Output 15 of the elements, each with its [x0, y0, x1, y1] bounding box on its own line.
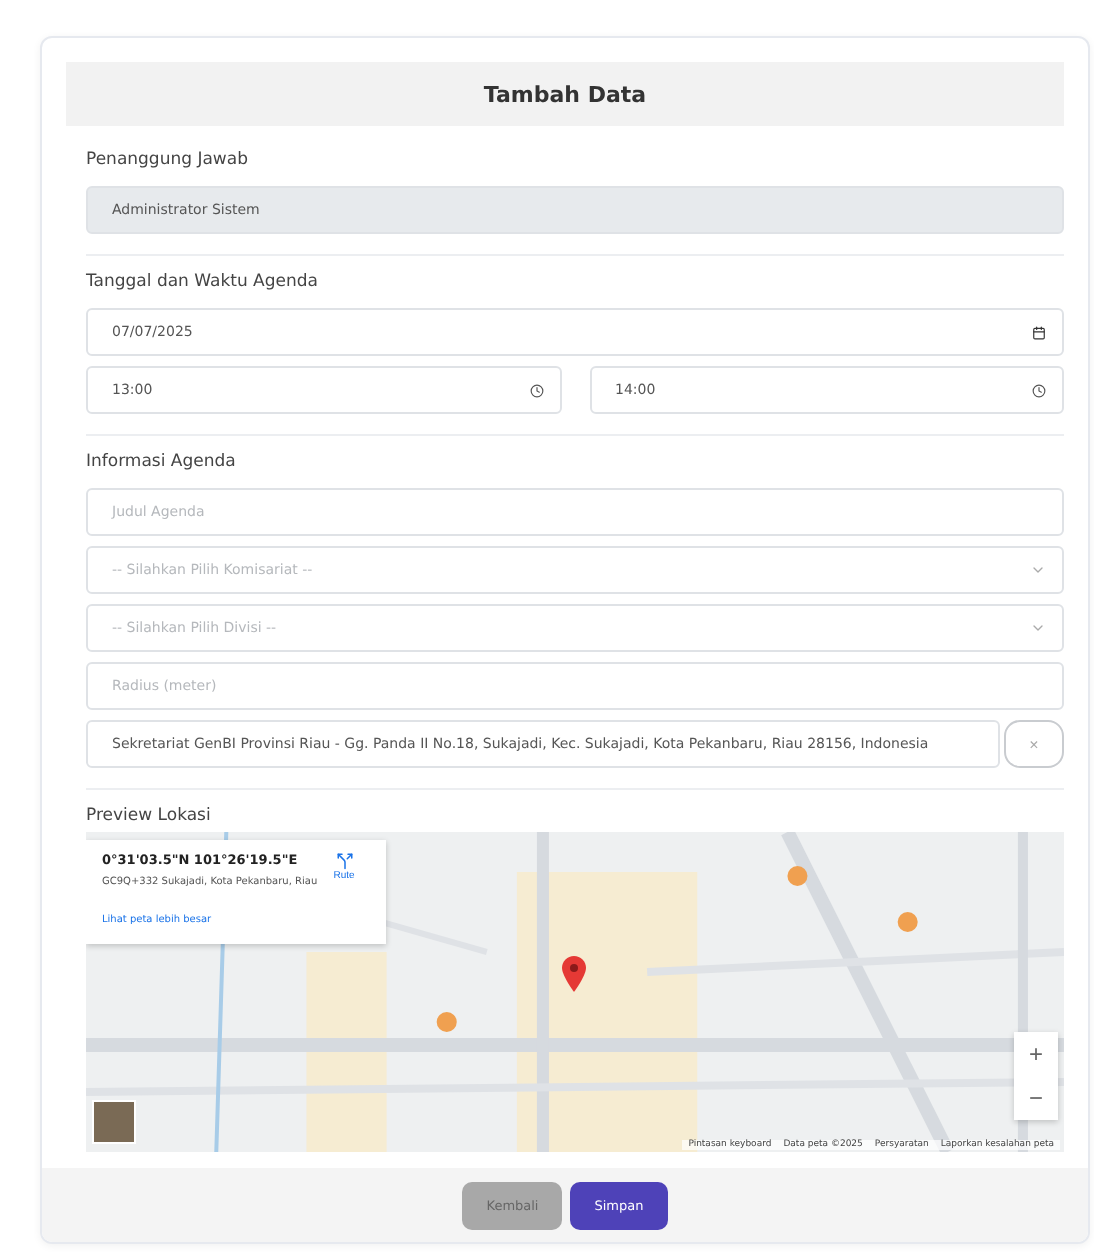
section-label: Informasi Agenda	[86, 452, 238, 472]
chevron-down-icon	[1030, 620, 1046, 636]
clock-icon	[1032, 383, 1046, 397]
section-label: Tanggal dan Waktu Agenda	[86, 272, 320, 292]
directions-icon	[335, 852, 353, 870]
chevron-down-icon	[1030, 562, 1046, 578]
form-title: Tambah Data	[66, 62, 1064, 126]
map-pin-icon	[562, 956, 586, 992]
map-type-button[interactable]	[92, 1100, 136, 1144]
calendar-icon	[1032, 325, 1046, 339]
section-label: Penanggung Jawab	[86, 150, 250, 170]
zoom-out-button[interactable]: −	[1014, 1076, 1058, 1120]
clock-icon	[529, 383, 543, 397]
zoom-in-button[interactable]: +	[1014, 1032, 1058, 1076]
section-label: Preview Lokasi	[86, 806, 213, 826]
